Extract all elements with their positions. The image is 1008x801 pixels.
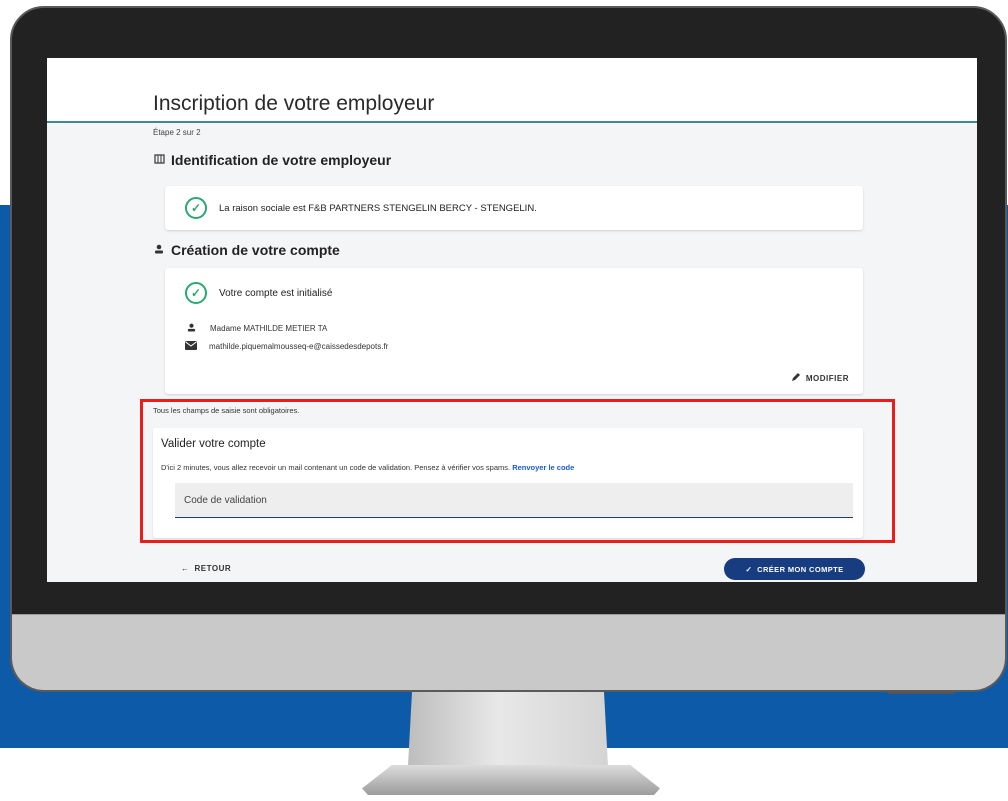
account-name-row: Madame MATHILDE METIER TA (187, 319, 327, 337)
monitor-chin (12, 614, 1005, 690)
building-icon (153, 153, 165, 167)
check-circle-icon: ✓ (185, 282, 207, 304)
employer-message-row: ✓ La raison sociale est F&B PARTNERS STE… (185, 197, 537, 219)
account-email-row: mathilde.piquemalmousseq-e@caissedesdepo… (185, 337, 388, 355)
account-card: ✓ Votre compte est initialisé Madame MAT… (165, 268, 863, 394)
screen: Inscription de votre employeur Étape 2 s… (47, 58, 977, 582)
modify-label: MODIFIER (805, 373, 849, 383)
account-section-label: Création de votre compte (171, 242, 340, 258)
modify-button[interactable]: MODIFIER (791, 372, 849, 384)
employer-message: La raison sociale est F&B PARTNERS STENG… (219, 202, 537, 214)
back-button[interactable]: ← RETOUR (181, 564, 231, 573)
step-indicator: Étape 2 sur 2 (153, 128, 201, 137)
stage: Inscription de votre employeur Étape 2 s… (0, 0, 1008, 801)
resend-code-link[interactable]: Renvoyer le code (512, 463, 574, 472)
account-name: Madame MATHILDE METIER TA (210, 323, 328, 333)
validation-description-text: D'ici 2 minutes, vous allez recevoir un … (161, 463, 511, 472)
account-status: Votre compte est initialisé (219, 287, 333, 299)
back-label: RETOUR (194, 564, 232, 573)
employer-section-label: Identification de votre employeur (171, 152, 392, 168)
page-header: Inscription de votre employeur (47, 58, 977, 123)
account-email: mathilde.piquemalmousseq-e@caissedesdepo… (209, 341, 389, 351)
required-fields-note: Tous les champs de saisie sont obligatoi… (153, 406, 300, 415)
mail-icon (185, 337, 197, 355)
validation-card: Valider votre compte D'ici 2 minutes, vo… (153, 428, 863, 538)
person-icon (187, 319, 196, 337)
page-title: Inscription de votre employeur (153, 92, 435, 115)
validation-description: D'ici 2 minutes, vous allez recevoir un … (161, 463, 574, 472)
create-account-button[interactable]: ✓ CRÉER MON COMPTE (724, 558, 865, 580)
check-circle-icon: ✓ (185, 197, 207, 219)
account-section-title: Création de votre compte (153, 242, 340, 258)
user-icon (153, 244, 165, 257)
arrow-left-icon: ← (181, 564, 190, 573)
validation-title: Valider votre compte (161, 438, 266, 450)
validation-code-input[interactable] (175, 483, 853, 518)
monitor-stand-base (362, 765, 660, 795)
account-status-row: ✓ Votre compte est initialisé (185, 282, 332, 304)
employer-section-title: Identification de votre employeur (153, 152, 391, 168)
employer-card: ✓ La raison sociale est F&B PARTNERS STE… (165, 186, 863, 230)
checkmark-icon: ✓ (745, 564, 753, 574)
pencil-icon (791, 372, 801, 384)
create-account-label: CRÉER MON COMPTE (757, 564, 844, 574)
